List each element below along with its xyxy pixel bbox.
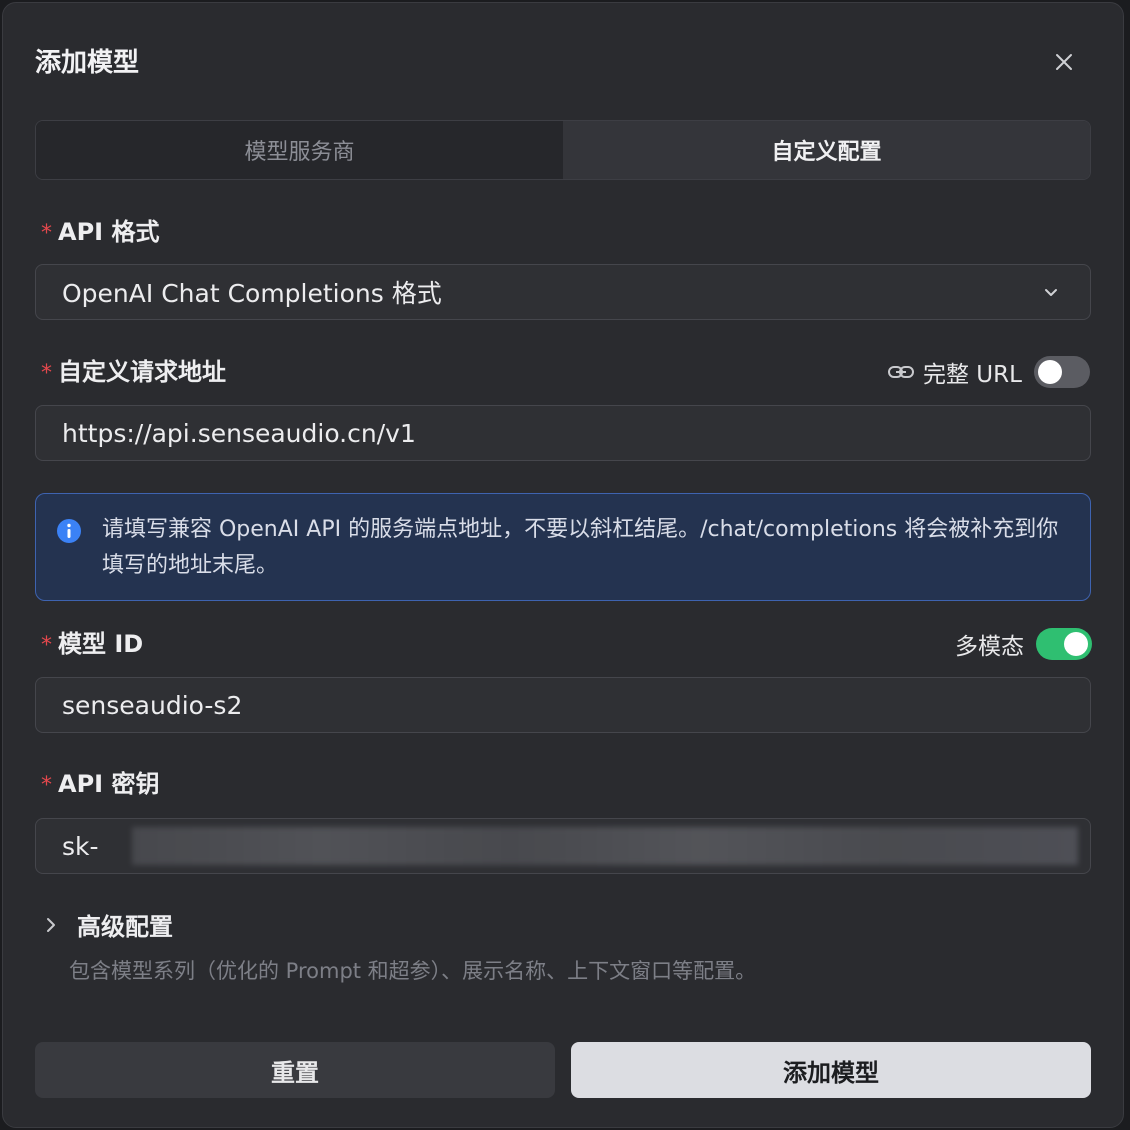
advanced-config-toggle[interactable]: 高级配置 [41, 907, 173, 942]
full-url-control: 完整 URL [887, 355, 1090, 389]
multimodal-toggle[interactable] [1036, 628, 1092, 660]
advanced-config-title: 高级配置 [77, 913, 173, 941]
advanced-config-description: 包含模型系列（优化的 Prompt 和超参）、展示名称、上下文窗口等配置。 [69, 959, 757, 983]
endpoint-input[interactable]: https://api.senseaudio.cn/v1 [35, 405, 1091, 461]
required-mark: * [41, 361, 52, 386]
info-icon [57, 519, 81, 543]
close-button[interactable] [1049, 47, 1079, 77]
required-mark: * [41, 773, 52, 798]
close-icon [1056, 54, 1072, 70]
chevron-down-icon [1045, 289, 1057, 296]
model-id-input[interactable]: senseaudio-s2 [35, 677, 1091, 733]
api-key-label: * API 密钥 [41, 767, 159, 803]
redacted-key-blur [132, 827, 1078, 865]
tab-model-provider[interactable]: 模型服务商 [36, 121, 563, 179]
toggle-knob [1064, 632, 1088, 656]
endpoint-label: * 自定义请求地址 [41, 355, 226, 391]
model-id-label: * 模型 ID [41, 627, 143, 663]
api-key-input[interactable]: sk- [35, 818, 1091, 874]
info-text: 请填写兼容 OpenAI API 的服务端点地址，不要以斜杠结尾。/chat/c… [102, 517, 1059, 578]
required-mark: * [41, 633, 52, 658]
link-icon [888, 366, 914, 378]
api-format-label: * API 格式 [41, 215, 159, 251]
config-tabs: 模型服务商 自定义配置 [35, 120, 1091, 180]
tab-custom-config[interactable]: 自定义配置 [563, 121, 1090, 179]
required-mark: * [41, 221, 52, 246]
api-format-select[interactable]: OpenAI Chat Completions 格式 [35, 264, 1091, 320]
info-notice: 请填写兼容 OpenAI API 的服务端点地址，不要以斜杠结尾。/chat/c… [35, 493, 1091, 601]
dialog-title: 添加模型 [35, 48, 140, 78]
api-key-prefix: sk- [62, 831, 99, 861]
multimodal-control: 多模态 [955, 627, 1092, 661]
add-model-button[interactable]: 添加模型 [571, 1042, 1091, 1098]
full-url-label: 完整 URL [923, 362, 1022, 388]
add-model-dialog: 添加模型 模型服务商 自定义配置 * API 格式 OpenAI Chat Co… [2, 2, 1124, 1128]
toggle-knob [1037, 360, 1062, 384]
full-url-toggle[interactable] [1033, 356, 1090, 388]
multimodal-label: 多模态 [955, 634, 1024, 660]
reset-button[interactable]: 重置 [35, 1042, 555, 1098]
chevron-right-icon [47, 917, 55, 932]
model-id-value: senseaudio-s2 [62, 690, 243, 720]
endpoint-value: https://api.senseaudio.cn/v1 [62, 418, 416, 448]
api-format-value: OpenAI Chat Completions 格式 [62, 279, 442, 308]
